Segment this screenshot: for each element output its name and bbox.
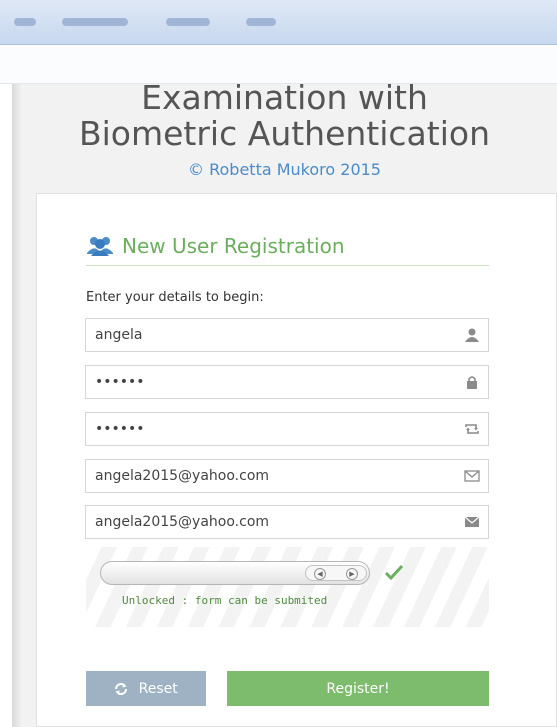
- register-button[interactable]: Register!: [227, 671, 489, 706]
- menu-item-blurred[interactable]: [166, 18, 210, 26]
- check-icon: [384, 564, 404, 580]
- users-icon: [87, 237, 113, 256]
- captcha-slider-area: [86, 547, 489, 627]
- confirm-password-field[interactable]: [85, 412, 489, 446]
- arrow-right-icon: ▶: [346, 568, 358, 580]
- password-input[interactable]: [86, 366, 455, 398]
- reset-button[interactable]: Reset: [86, 671, 206, 706]
- confirm-password-input[interactable]: [86, 413, 455, 445]
- password-field[interactable]: [85, 365, 489, 399]
- user-icon: [465, 328, 479, 342]
- envelope-outline-icon: [464, 470, 480, 482]
- menu-item-blurred[interactable]: [14, 18, 36, 26]
- email-input[interactable]: [86, 460, 455, 492]
- menu-item-blurred[interactable]: [62, 18, 128, 26]
- menu-item-blurred[interactable]: [246, 18, 276, 26]
- refresh-icon: [115, 682, 128, 695]
- copyright-text: © Robetta Mukoro 2015: [188, 160, 381, 179]
- envelope-icon: [464, 516, 480, 527]
- registration-title: New User Registration: [122, 234, 345, 258]
- arrow-left-icon: ◀: [314, 568, 326, 580]
- instructions-text: Enter your details to begin:: [86, 290, 264, 305]
- reset-button-label: Reset: [138, 680, 178, 697]
- username-field[interactable]: [85, 318, 489, 352]
- retweet-icon: [465, 424, 479, 434]
- page-shadow: [12, 84, 22, 727]
- unlock-slider-handle[interactable]: ◀ ▶: [305, 565, 367, 581]
- username-input[interactable]: [86, 319, 455, 351]
- confirm-email-input[interactable]: [86, 506, 455, 538]
- registration-header: New User Registration: [86, 231, 489, 266]
- lock-icon: [467, 376, 477, 389]
- page-title-line-2: Biometric Authentication: [78, 114, 490, 153]
- browser-toolbar: [0, 0, 557, 45]
- unlock-status-text: Unlocked : form can be submited: [122, 594, 328, 607]
- email-field[interactable]: [85, 459, 489, 493]
- confirm-email-field[interactable]: [85, 505, 489, 539]
- page-title-line-1: Examination with: [141, 78, 428, 117]
